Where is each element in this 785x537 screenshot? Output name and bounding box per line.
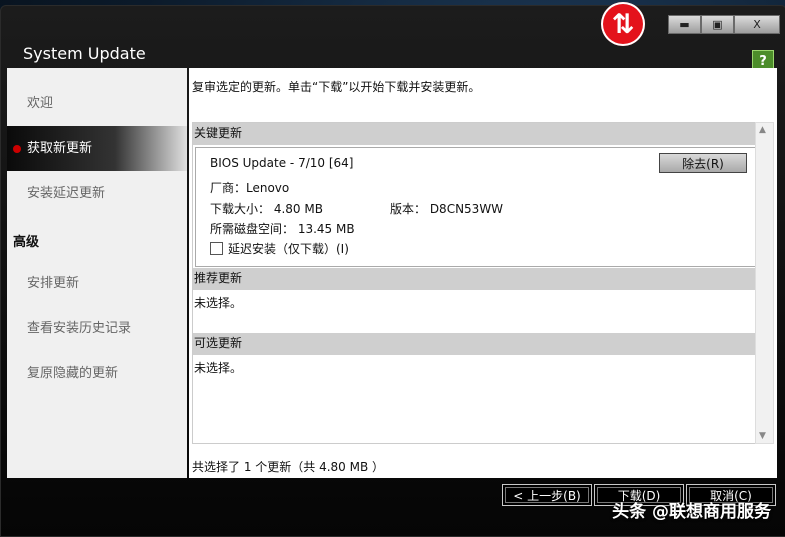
update-version: 版本： D8CN53WW <box>390 202 504 216</box>
update-vendor: 厂商：Lenovo <box>210 181 290 195</box>
back-button[interactable]: < 上一步(B) <box>502 484 592 506</box>
sidebar-item-label: 复原隐藏的更新 <box>27 366 119 381</box>
window-title: System Update <box>23 44 146 63</box>
update-card: BIOS Update - 7/10 [64] 除去(R) 厂商：Lenovo … <box>195 147 757 267</box>
scroll-down-icon[interactable]: ▼ <box>759 431 766 441</box>
sidebar-item-restore-hidden[interactable]: 复原隐藏的更新 <box>7 351 187 396</box>
instruction-text: 复审选定的更新。单击“下载”以开始下载并安装更新。 <box>192 80 481 94</box>
main-content: 复审选定的更新。单击“下载”以开始下载并安装更新。 关键更新 BIOS Upda… <box>189 68 777 478</box>
maximize-button[interactable]: ▣ <box>701 15 734 34</box>
update-list: 关键更新 BIOS Update - 7/10 [64] 除去(R) 厂商：Le… <box>192 122 757 444</box>
sidebar-item-label: 查看安装历史记录 <box>27 321 132 336</box>
sidebar-item-get-updates[interactable]: 获取新更新 <box>7 126 187 171</box>
defer-install-checkbox[interactable] <box>210 242 223 255</box>
sidebar: 欢迎 获取新更新 安装延迟更新 高级 安排更新 查看安装历史记录 复原隐藏的更新 <box>7 68 187 478</box>
back-button-label: < 上一步(B) <box>505 487 589 503</box>
update-title: BIOS Update - 7/10 [64] <box>210 156 354 170</box>
defer-install-label: 延迟安装（仅下载）(I) <box>228 242 349 256</box>
sidebar-item-label: 安装延迟更新 <box>27 186 106 201</box>
minimize-button[interactable]: ▬ <box>668 15 701 34</box>
vertical-scrollbar[interactable]: ▲ ▼ <box>755 122 774 444</box>
window-controls: ▬ ▣ X <box>668 15 780 34</box>
advanced-header: 高级 <box>13 235 40 250</box>
watermark-text: 头条 @联想商用服务 <box>612 502 771 522</box>
sidebar-item-history[interactable]: 查看安装历史记录 <box>7 306 187 351</box>
update-size: 下载大小： 4.80 MB <box>210 202 323 216</box>
sidebar-item-label: 欢迎 <box>27 96 54 111</box>
scroll-up-icon[interactable]: ▲ <box>759 125 766 135</box>
selection-summary: 共选择了 1 个更新（共 4.80 MB ） <box>192 460 385 474</box>
active-dot-icon <box>13 144 21 153</box>
remove-button[interactable]: 除去(R) <box>659 153 747 173</box>
optional-empty-text: 未选择。 <box>194 361 243 375</box>
recommended-section-header: 推荐更新 <box>193 268 756 290</box>
optional-section-header: 可选更新 <box>193 333 756 355</box>
sidebar-item-label: 获取新更新 <box>27 141 93 156</box>
close-button[interactable]: X <box>734 15 780 34</box>
update-disk-space: 所需磁盘空间： 13.45 MB <box>210 222 355 236</box>
critical-section-header: 关键更新 <box>193 123 756 145</box>
sidebar-item-deferred-updates[interactable]: 安装延迟更新 <box>7 171 187 216</box>
sidebar-item-label: 安排更新 <box>27 276 80 291</box>
update-arrows-icon: ⇅ <box>601 2 645 46</box>
sidebar-item-welcome[interactable]: 欢迎 <box>7 81 187 126</box>
sidebar-item-schedule[interactable]: 安排更新 <box>7 261 187 306</box>
recommended-empty-text: 未选择。 <box>194 296 243 310</box>
defer-install-option[interactable]: 延迟安装（仅下载）(I) <box>210 240 349 257</box>
